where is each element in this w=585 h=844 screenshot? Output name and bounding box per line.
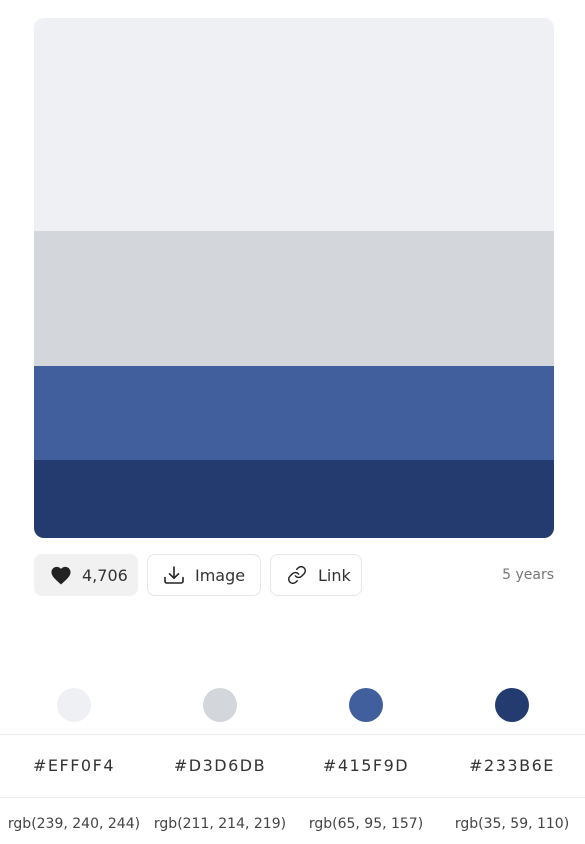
hex-code[interactable]: #D3D6DB xyxy=(174,756,266,775)
swatch-dot-1[interactable] xyxy=(57,688,91,722)
rgb-code[interactable]: rgb(211, 214, 219) xyxy=(154,816,286,832)
like-button[interactable]: 4,706 xyxy=(34,554,138,596)
color-band-3[interactable] xyxy=(34,366,554,460)
palette-age: 5 years xyxy=(502,567,554,583)
swatch-dot-2[interactable] xyxy=(203,688,237,722)
rgb-codes-row: rgb(239, 240, 244) rgb(211, 214, 219) rg… xyxy=(0,797,585,844)
image-button-label: Image xyxy=(195,565,246,585)
heart-icon xyxy=(50,565,72,585)
copy-link-button[interactable]: Link xyxy=(270,554,362,596)
color-band-2[interactable] xyxy=(34,231,554,366)
hex-code[interactable]: #415F9D xyxy=(323,756,409,775)
link-icon xyxy=(286,565,308,585)
color-band-1[interactable] xyxy=(34,18,554,231)
rgb-code[interactable]: rgb(35, 59, 110) xyxy=(455,816,569,832)
swatch-row xyxy=(0,688,585,724)
swatch-dot-3[interactable] xyxy=(349,688,383,722)
hex-code[interactable]: #233B6E xyxy=(469,756,555,775)
rgb-code[interactable]: rgb(65, 95, 157) xyxy=(309,816,423,832)
swatch-dot-4[interactable] xyxy=(495,688,529,722)
palette-preview[interactable] xyxy=(34,18,554,538)
rgb-code[interactable]: rgb(239, 240, 244) xyxy=(8,816,140,832)
download-icon xyxy=(163,565,185,585)
hex-codes-row: #EFF0F4 #D3D6DB #415F9D #233B6E xyxy=(0,734,585,798)
like-count: 4,706 xyxy=(82,565,128,585)
color-band-4[interactable] xyxy=(34,460,554,538)
hex-code[interactable]: #EFF0F4 xyxy=(33,756,115,775)
palette-actions: 4,706 Image Link 5 years xyxy=(34,554,554,596)
download-image-button[interactable]: Image xyxy=(147,554,261,596)
link-button-label: Link xyxy=(318,565,351,585)
